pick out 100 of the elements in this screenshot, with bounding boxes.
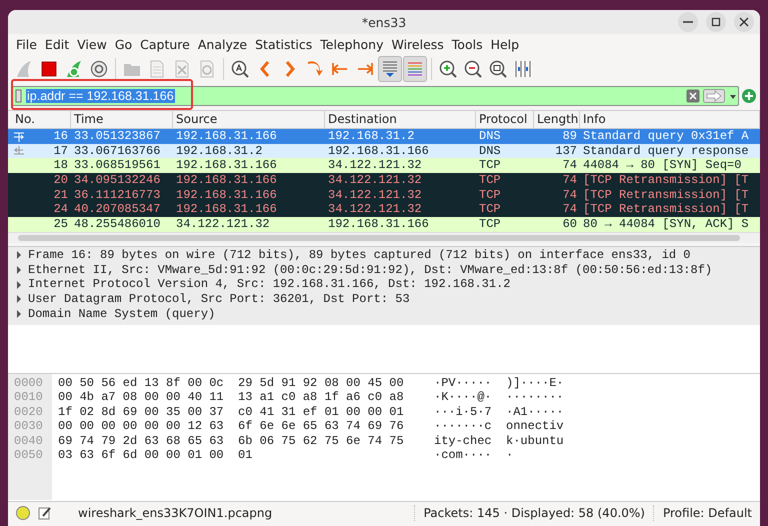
table-cell-text: 36.111216773 [73, 188, 162, 202]
tree-item[interactable]: Frame 16: 89 bytes on wire (712 bits), 89 bytes captured (712 bits) on interface ens33, id 0 [16, 248, 760, 262]
offset-label: 0020 [13, 404, 44, 420]
table-cell-text: 192.168.31.166 [327, 144, 430, 158]
edit-icon[interactable] [38, 506, 52, 520]
table-cell-text: 192.168.31.2 [327, 129, 416, 144]
hex-bytes: 69 74 79 2d 63 68 65 63 6b 06 75 62 75 6e 74 75 [58, 434, 405, 448]
search-icon [230, 59, 250, 79]
resize-columns-icon [513, 59, 533, 79]
window-title: *ens33 [362, 14, 406, 30]
table-cell-text: 48.255486010 [73, 217, 162, 232]
expander-icon[interactable] [16, 251, 22, 260]
column-header[interactable]: Time [71, 111, 173, 129]
expander-icon[interactable] [16, 280, 22, 289]
menu-item[interactable]: Statistics [251, 36, 316, 52]
table-cell-text: 74 [562, 188, 578, 202]
packet-row[interactable]: 24 40.207085347 192.168.31.166 34.122.121.32 TCP 74 [TCP Retransmission] [T [8, 202, 760, 218]
menu-item[interactable]: Wireless [387, 36, 448, 52]
status-led[interactable] [16, 506, 30, 520]
packet-row[interactable]: 16 33.051323867 192.168.31.166 192.168.31.2 DNS 89 Standard query 0x31ef A [8, 129, 760, 144]
ascii-text: ·com···· · [434, 448, 514, 463]
gear-icon [89, 59, 109, 79]
tree-item[interactable]: User Datagram Protocol, Src Port: 36201, Dst Port: 53 [16, 292, 760, 307]
column-header[interactable]: Info [580, 111, 760, 129]
expander-icon[interactable] [16, 295, 22, 304]
table-cell-text: 192.168.31.166 [175, 202, 278, 218]
column-header[interactable]: No. [8, 111, 71, 129]
table-cell-text: 44084 → 80 [SYN] Seq=0 [582, 158, 742, 174]
menu-item[interactable]: Capture [136, 36, 194, 52]
table-cell-text: 192.168.31.166 [175, 158, 278, 174]
capture-file-name: wireshark_ens33K7OIN1.pcapng [78, 506, 272, 520]
tree-item[interactable]: Internet Protocol Version 4, Src: 192.168.31.166, Dst: 192.168.31.2 [16, 277, 760, 292]
menu-item[interactable]: File [12, 36, 41, 52]
packet-count: Packets: 145 · Displayed: 58 (40.0%) [424, 506, 645, 520]
table-cell: 20 [54, 173, 68, 188]
bookmark-icon [15, 89, 23, 103]
clear-icon[interactable] [686, 89, 700, 103]
menu-item[interactable]: Tools [448, 36, 487, 52]
table-cell-text: TCP [478, 217, 502, 232]
menu-item[interactable]: Analyze [194, 36, 252, 52]
zoom-in-icon [438, 59, 458, 79]
maximize-button[interactable] [706, 12, 726, 32]
table-cell-text: 34.122.121.32 [327, 158, 423, 174]
close-button[interactable] [734, 12, 754, 32]
offset-label: 0000 [13, 376, 44, 390]
table-cell-text: 34.122.121.32 [327, 173, 423, 188]
table-cell-text: TCP [478, 188, 502, 202]
packet-row[interactable]: 25 48.255486010 34.122.121.32 192.168.31.166 TCP 60 80 → 44084 [SYN, ACK] S [8, 217, 760, 232]
column-header[interactable]: Length [534, 111, 580, 129]
table-cell-text: DNS [478, 129, 502, 144]
table-cell-text: 89 [562, 129, 578, 144]
table-cell-text: 74 [562, 202, 578, 218]
packet-row[interactable]: 21 36.111216773 192.168.31.166 34.122.121.32 TCP 74 [TCP Retransmission] [T [8, 188, 760, 202]
packet-row[interactable]: 18 33.068519561 192.168.31.166 34.122.121.32 TCP 74 44084 → 80 [SYN] Seq=0 [8, 158, 760, 174]
packet-row[interactable]: 17 33.067163766 192.168.31.2 192.168.31.166 DNS 137 Standard query response [8, 144, 760, 158]
table-cell-text: Standard query 0x31ef A [582, 129, 750, 144]
menu-item[interactable]: View [73, 36, 111, 52]
table-cell-text: 74 [562, 173, 578, 188]
minimize-icon [683, 21, 693, 23]
tree-item[interactable]: Ethernet II, Src: VMware_5d:91:92 (00:0c:29:5d:91:92), Dst: VMware_ed:13:8f (00:50:56:ed:13:8f) [16, 262, 760, 278]
zoom-reset-icon [488, 59, 508, 79]
menu-item[interactable]: Help [486, 36, 524, 52]
table-cell-text: Standard query response [582, 144, 750, 158]
ascii-text: ···i·5·7 ·A1····· [434, 404, 564, 420]
menu-item[interactable]: Telephony [316, 36, 388, 52]
offset-label: 0040 [13, 434, 44, 448]
tree-item[interactable]: Domain Name System (query) [16, 306, 760, 322]
table-cell: 24 [54, 202, 68, 218]
table-cell-text: [TCP Retransmission] [T [582, 202, 750, 218]
column-header[interactable]: Protocol [476, 111, 534, 129]
table-cell-text: 74 [562, 158, 578, 174]
column-header[interactable]: Destination [325, 111, 476, 129]
table-cell: 17 [54, 144, 68, 158]
expander-icon[interactable] [16, 310, 22, 318]
table-cell-text: TCP [478, 173, 502, 188]
packet-row[interactable]: 20 34.095132246 192.168.31.166 34.122.121.32 TCP 74 [TCP Retransmission] [T [8, 173, 760, 188]
table-cell-text: 33.051323867 [73, 129, 162, 144]
display-filter-field[interactable]: ip.addr == 192.168.31.166 [12, 86, 739, 106]
ascii-text: ·K····@· ········ [434, 390, 564, 405]
table-cell-text: 33.067163766 [73, 144, 162, 158]
zoom-out-icon [463, 59, 483, 79]
menu-item[interactable]: Edit [40, 36, 74, 52]
related-packet-icon [12, 130, 26, 142]
profile-label[interactable]: Profile: Default [662, 506, 752, 520]
minimize-button[interactable] [678, 12, 698, 32]
expander-icon[interactable] [16, 266, 22, 274]
hex-bytes: 00 4b a7 08 00 00 40 11 13 a1 c0 a8 1f a6 c0 a8 [58, 390, 405, 405]
offset-label: 0010 [13, 390, 44, 405]
table-cell: 16 [54, 129, 68, 144]
shark-fin-icon [14, 59, 34, 79]
ascii-text: ·······c onnectiv [434, 419, 564, 434]
hex-bytes: 1f 02 8d 69 00 35 00 37 c0 41 31 ef 01 00 00 01 [58, 404, 405, 420]
column-header[interactable]: Source [173, 111, 325, 129]
table-cell-text: 137 [554, 144, 578, 158]
offset-label: 0050 [13, 448, 44, 463]
scrollbar-thumb[interactable] [18, 234, 740, 241]
menu-item[interactable]: Go [110, 36, 136, 52]
maximize-icon [711, 17, 721, 27]
table-cell: 25 [54, 217, 68, 232]
table-cell-text: 192.168.31.2 [175, 144, 264, 158]
